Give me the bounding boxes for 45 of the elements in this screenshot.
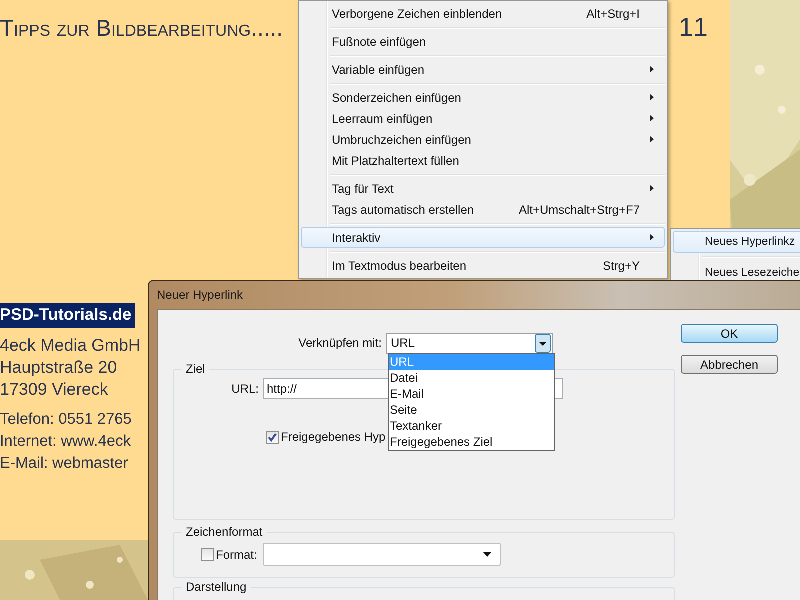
field-label: Verknüpfen mit: <box>298 336 382 350</box>
submenu-arrow-icon <box>650 234 654 241</box>
page-number: 11 <box>679 12 710 43</box>
menu-item[interactable]: Mit Platzhaltertext füllen <box>301 150 665 171</box>
checkbox-label: Format: <box>216 548 258 562</box>
checkbox-label: Freigegebenes Hyp <box>281 430 386 444</box>
address-line: Hauptstraße 20 <box>0 357 118 379</box>
menu-item[interactable]: Leerraum einfügen <box>301 108 665 129</box>
format-dropdown[interactable] <box>263 543 502 566</box>
menu-item[interactable]: Im Textmodus bearbeiten Strg+Y <box>301 255 665 276</box>
group-title: Ziel <box>185 362 206 376</box>
dropdown-option[interactable]: Freigegebenes Ziel <box>389 434 554 450</box>
dropdown-button-icon <box>535 334 551 352</box>
window-title: Neuer Hyperlink <box>157 288 244 302</box>
dropdown-option[interactable]: Textanker <box>389 418 554 434</box>
submenu-arrow-icon <box>650 136 654 143</box>
submenu-arrow-icon <box>650 94 654 101</box>
menu-item[interactable]: Tag für Text <box>301 178 665 199</box>
menu-item[interactable]: Interaktiv <box>301 227 665 248</box>
caret-icon <box>483 552 492 557</box>
submenu-arrow-icon <box>650 66 654 73</box>
menu-item[interactable]: Sonderzeichen einfügen <box>301 87 665 108</box>
group-title: Darstellung <box>185 580 248 594</box>
address-line: 4eck Media GmbH <box>0 335 141 357</box>
menu-item[interactable]: Verborgene Zeichen einblenden Alt+Strg+I <box>301 3 665 24</box>
link-type-dropdown[interactable]: URL <box>386 332 553 354</box>
submenu-arrow-icon <box>650 115 654 122</box>
group-title: Zeichenformat <box>185 525 264 539</box>
contact-line: Internet: www.4eck <box>0 432 131 452</box>
menu-item[interactable]: Tags automatisch erstellen Alt+Umschalt+Strg+F7 <box>301 199 665 220</box>
checkbox[interactable] <box>201 548 214 561</box>
document-heading: Tipps zur Bildbearbeitung..... <box>0 15 284 42</box>
submenu-arrow-icon <box>650 185 654 192</box>
menu-item[interactable]: Fußnote einfügen <box>301 31 665 52</box>
checkbox[interactable] <box>266 430 279 444</box>
field-label: URL: <box>230 382 259 396</box>
dropdown-option[interactable]: Seite <box>389 402 554 418</box>
menu-item[interactable]: Variable einfügen <box>301 59 665 80</box>
contact-line: Telefon: 0551 2765 <box>0 410 132 430</box>
selected-text: PSD-Tutorials.de <box>0 303 135 328</box>
dropdown-option[interactable]: Datei <box>389 370 554 386</box>
dropdown-option[interactable]: E-Mail <box>389 386 554 402</box>
menu-item[interactable]: Umbruchzeichen einfügen <box>301 129 665 150</box>
address-line: 17309 Viereck <box>0 379 108 401</box>
contact-line: E-Mail: webmaster <box>0 454 128 474</box>
